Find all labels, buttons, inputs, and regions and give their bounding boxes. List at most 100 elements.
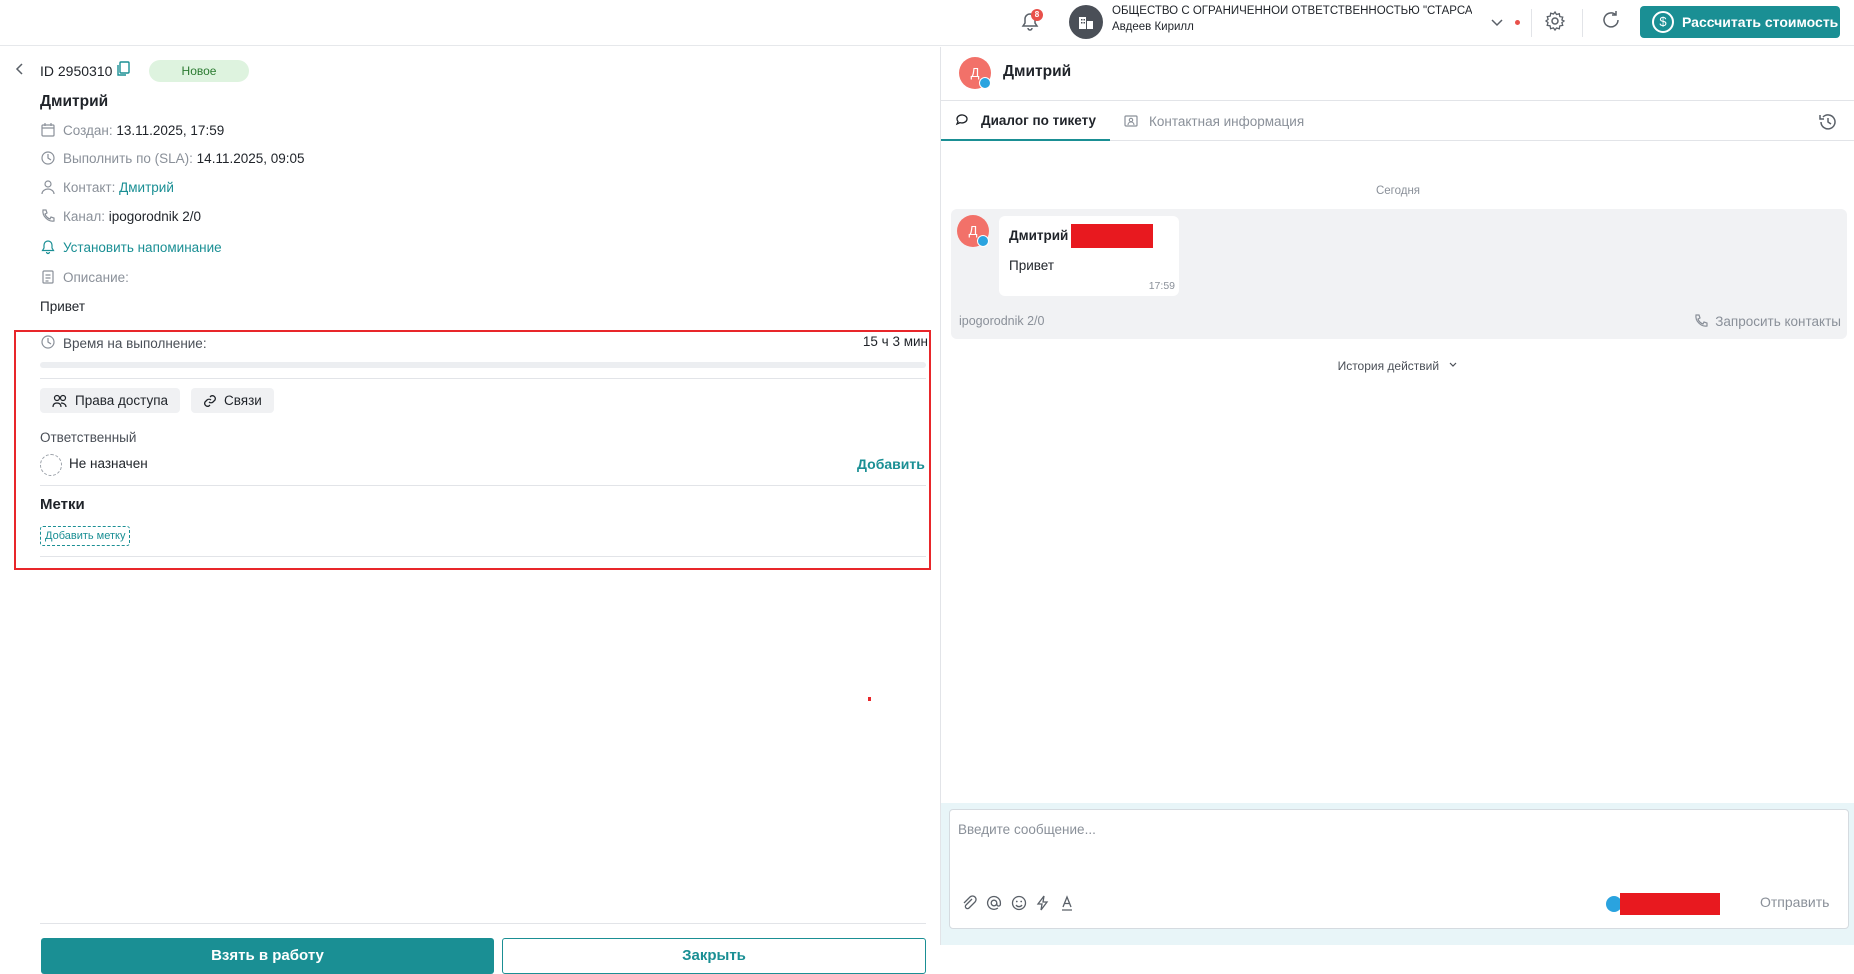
paperclip-icon[interactable] [960,894,980,914]
chat-contact-name: Дмитрий [1003,63,1072,80]
chat-tabs: Диалог по тикету Контактная информация [941,101,1854,141]
organization-avatar[interactable] [1069,5,1103,39]
close-ticket-button[interactable]: Закрыть [502,938,926,974]
contact-label: Контакт: [63,179,116,195]
chat-header: Д Дмитрий [941,47,1854,101]
page-title: Дмитрий [40,93,109,110]
execution-time-value: 15 ч 3 мин [862,334,928,349]
telegram-icon [979,77,991,89]
text-format-icon[interactable] [1058,894,1078,914]
add-tag-button[interactable]: Добавить метку [40,526,131,546]
add-responsible-button[interactable]: Добавить [857,456,925,472]
divider [40,485,926,486]
message-time: 17:59 [1148,280,1175,292]
description-row: Описание: [40,267,129,287]
telegram-icon [977,235,989,247]
tab-dialog[interactable]: Диалог по тикету [941,101,1111,141]
lightning-icon[interactable] [1034,894,1054,914]
responsible-value: Не назначен [69,456,148,471]
tab-contact-info[interactable]: Контактная информация [1123,101,1304,141]
execution-time-label: Время на выполнение: [63,336,207,351]
links-label: Связи [224,393,262,408]
redaction-block [1620,893,1720,915]
chevron-left-icon[interactable] [12,61,28,77]
contact-link[interactable]: Дмитрий [119,180,174,195]
message-card: Д Дмитрий Привет 17:59 ipogorodnik 2/0 З… [951,209,1847,339]
clock-icon [40,150,56,166]
divider [40,923,926,924]
links-button[interactable]: Связи [191,388,274,413]
tab-contact-info-label: Контактная информация [1149,113,1305,129]
redaction-block [1071,224,1153,248]
channel-label: Канал: [63,208,105,224]
sla-value: 14.11.2025, 09:05 [196,150,305,166]
tab-dialog-label: Диалог по тикету [981,112,1097,128]
divider [1582,9,1583,37]
sla-label: Выполнить по (SLA): [63,150,193,166]
stray-mark [868,697,871,701]
copy-icon[interactable] [116,61,130,80]
gear-icon[interactable] [1544,10,1568,34]
composer: Отправить [949,809,1849,929]
top-bar: 8 ОБЩЕСТВО С ОГРАНИЧЕННОЙ ОТВЕТСТВЕННОСТ… [0,0,1854,46]
chevron-down-icon[interactable] [1487,12,1507,32]
actions-history-label: История действий [1337,359,1440,373]
divider [40,556,926,557]
created-row: Создан: 13.11.2025, 17:59 [40,120,224,140]
document-icon [40,269,56,285]
refresh-icon[interactable] [1600,9,1624,33]
sla-row: Выполнить по (SLA): 14.11.2025, 09:05 [40,148,305,168]
contact-row: Контакт: Дмитрий [40,177,174,197]
take-in-work-button[interactable]: Взять в работу [41,938,494,974]
created-label: Создан: [63,122,113,138]
organization-name[interactable]: ОБЩЕСТВО С ОГРАНИЧЕННОЙ ОТВЕТСТВЕННОСТЬЮ… [1112,5,1472,17]
chat-panel: Д Дмитрий Диалог по тикету Контактная ин… [940,47,1854,945]
date-separator: Сегодня [1375,185,1421,197]
send-button[interactable]: Отправить [1760,894,1829,910]
chat-bubble-icon [955,114,968,126]
user-icon [40,179,56,195]
access-rights-label: Права доступа [75,393,169,408]
dollar-icon: $ [1652,11,1674,33]
message-bubble: Дмитрий Привет 17:59 [999,216,1179,296]
clock-icon [40,334,56,353]
request-contacts-button[interactable]: Запросить контакты [1693,313,1841,329]
divider [40,378,926,379]
emoji-icon[interactable] [1010,894,1030,914]
notifications-bell-icon[interactable]: 8 [1018,9,1044,35]
status-dot [1515,20,1520,25]
message-input[interactable] [958,822,1838,837]
ticket-id: ID 2950310 [40,63,113,79]
composer-area: Отправить [941,803,1854,945]
phone-icon [40,208,56,224]
message-text: Привет [1009,258,1055,273]
calculate-cost-label: Рассчитать стоимость [1682,14,1839,30]
execution-time-label-row: Время на выполнение: [40,334,207,353]
history-icon[interactable] [1817,111,1839,136]
calculate-cost-button[interactable]: $ Рассчитать стоимость [1640,6,1840,38]
description-text: Привет [40,299,86,314]
contact-card-icon [1124,115,1138,127]
phone-icon [1695,314,1708,327]
channel-row: Канал: ipogorodnik 2/0 [40,206,201,226]
created-value: 13.11.2025, 17:59 [116,122,225,138]
message-channel: ipogorodnik 2/0 [959,314,1045,328]
execution-progress-bar [40,362,926,368]
calendar-icon [40,122,56,138]
current-user-name[interactable]: Авдеев Кирилл [1112,21,1194,33]
request-contacts-label: Запросить контакты [1715,313,1841,329]
reminder-row[interactable]: Установить напоминание [40,237,222,257]
actions-history-toggle[interactable]: История действий [941,359,1854,373]
description-label: Описание: [63,269,129,285]
message-author: Дмитрий [1009,228,1069,243]
channel-value: ipogorodnik 2/0 [108,208,202,224]
status-badge: Новое [149,60,249,82]
set-reminder-link[interactable]: Установить напоминание [63,240,222,255]
unassigned-avatar [40,454,62,476]
tags-title: Метки [40,496,85,513]
access-rights-button[interactable]: Права доступа [40,388,181,413]
notification-count-badge: 8 [1031,9,1043,21]
chevron-down-icon [1450,362,1457,367]
mention-icon[interactable] [985,894,1005,914]
responsible-label: Ответственный [40,430,137,445]
